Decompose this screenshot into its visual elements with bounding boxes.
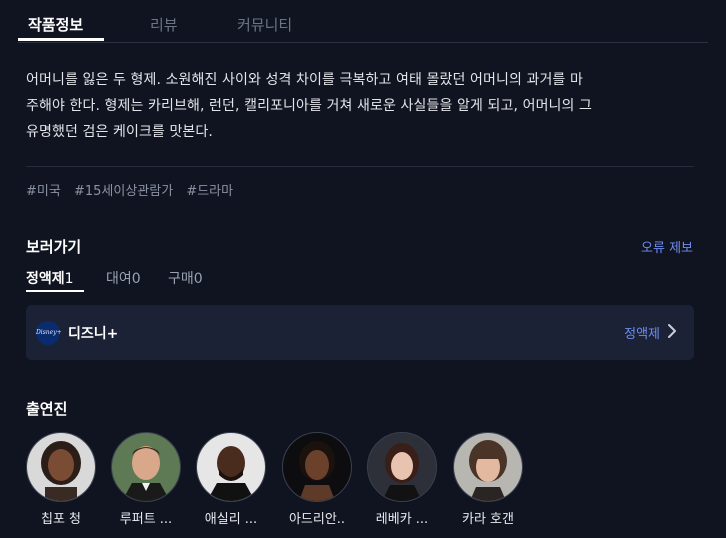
tag-genre[interactable]: #드라마: [186, 184, 233, 199]
synopsis: 어머니를 잃은 두 형제. 소원해진 사이와 성격 차이를 극복하고 여태 몰랐…: [26, 67, 698, 145]
cast-name: 루퍼트 ...: [119, 512, 173, 527]
tab-info[interactable]: 작품정보: [28, 14, 83, 35]
tab-rental[interactable]: 대여0: [106, 268, 141, 288]
avatar: [453, 432, 523, 502]
avatar: [367, 432, 437, 502]
avatar: [282, 432, 352, 502]
tab-rental-label: 대여: [106, 271, 132, 287]
cast-member[interactable]: 아드리안..: [275, 432, 359, 527]
cast-name: 카라 호갠: [462, 512, 514, 527]
tab-subscription-label: 정액제: [26, 271, 65, 287]
tag-rating[interactable]: #15세이상관람가: [74, 184, 173, 199]
provider-row[interactable]: Disney+ 디즈니+ 정액제: [26, 305, 694, 360]
synopsis-line: 주해야 한다. 형제는 카리브해, 런던, 캘리포니아를 거쳐 새로운 사실들을…: [26, 98, 593, 114]
provider-name: 디즈니+: [68, 326, 119, 342]
disney-plus-logo: Disney+: [36, 321, 62, 345]
cast-member[interactable]: 카라 호갠: [446, 432, 530, 527]
avatar: [111, 432, 181, 502]
avatar: [196, 432, 266, 502]
where-to-watch-title: 보러가기: [26, 238, 82, 256]
cast-title: 출연진: [26, 400, 68, 418]
cast-name: 칩포 청: [40, 512, 81, 527]
tab-purchase[interactable]: 구매0: [168, 268, 203, 288]
provider-type: 정액제: [624, 327, 660, 342]
tab-purchase-label: 구매: [168, 271, 194, 287]
report-error-link[interactable]: 오류 제보: [641, 237, 693, 256]
tag-list: #미국 #15세이상관람가 #드라마: [26, 180, 242, 199]
cast-member[interactable]: 루퍼트 ...: [104, 432, 188, 527]
cast-member[interactable]: 칩포 청: [19, 432, 103, 527]
tab-subscription[interactable]: 정액제1: [26, 268, 74, 288]
cast-member[interactable]: 애실리 ...: [189, 432, 273, 527]
cast-name: 레베카 ...: [375, 512, 429, 527]
section-divider: [26, 166, 694, 167]
detail-tabs: 작품정보 리뷰 커뮤니티: [18, 0, 708, 43]
chevron-right-icon: [668, 324, 676, 338]
active-tab-indicator: [18, 38, 104, 41]
avatar: [26, 432, 96, 502]
cast-member[interactable]: 레베카 ...: [360, 432, 444, 527]
tab-community[interactable]: 커뮤니티: [237, 14, 292, 35]
tab-rental-count: 0: [131, 271, 141, 287]
synopsis-line: 유명했던 검은 케이크를 맛본다.: [26, 124, 213, 140]
tab-reviews[interactable]: 리뷰: [150, 14, 178, 35]
tag-country[interactable]: #미국: [26, 184, 61, 199]
tab-purchase-count: 0: [193, 271, 203, 287]
tab-subscription-count: 1: [64, 271, 74, 287]
cast-name: 애실리 ...: [204, 512, 258, 527]
synopsis-line: 어머니를 잃은 두 형제. 소원해진 사이와 성격 차이를 극복하고 여태 몰랐…: [26, 72, 583, 88]
active-purchase-tab-indicator: [26, 290, 84, 292]
cast-name: 아드리안..: [288, 512, 346, 527]
